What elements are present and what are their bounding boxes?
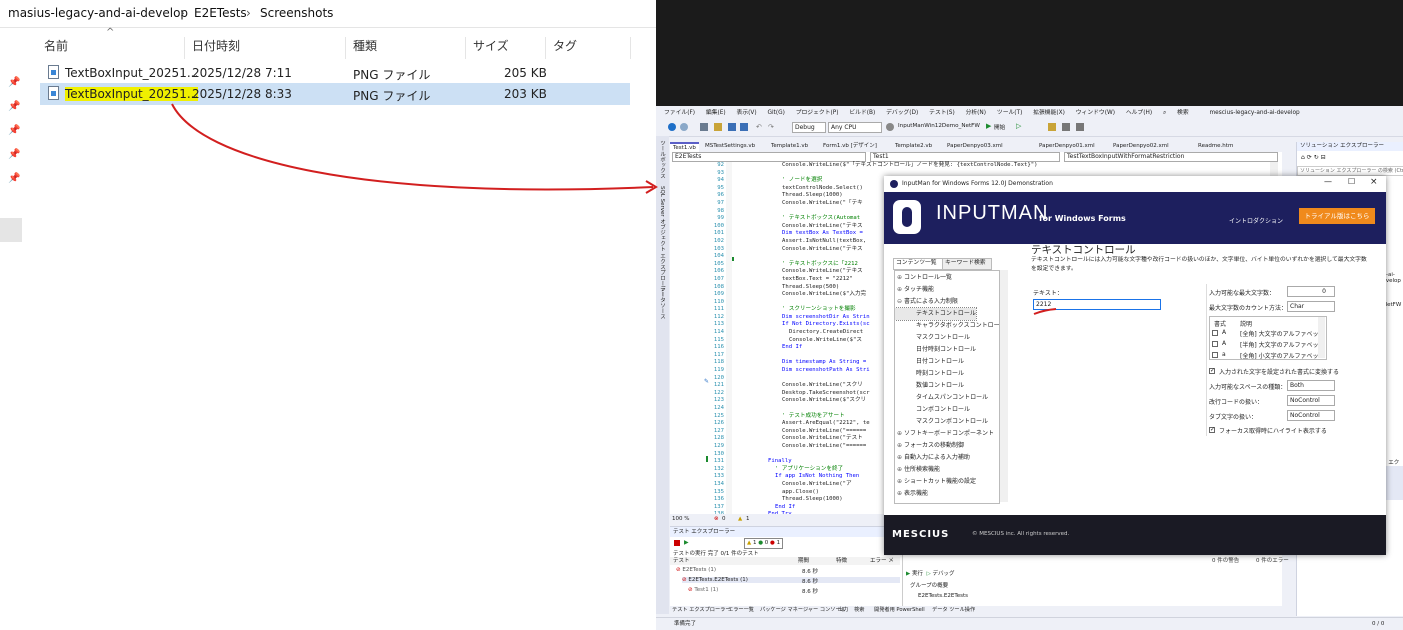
red-arrow-annotation	[171, 103, 658, 194]
